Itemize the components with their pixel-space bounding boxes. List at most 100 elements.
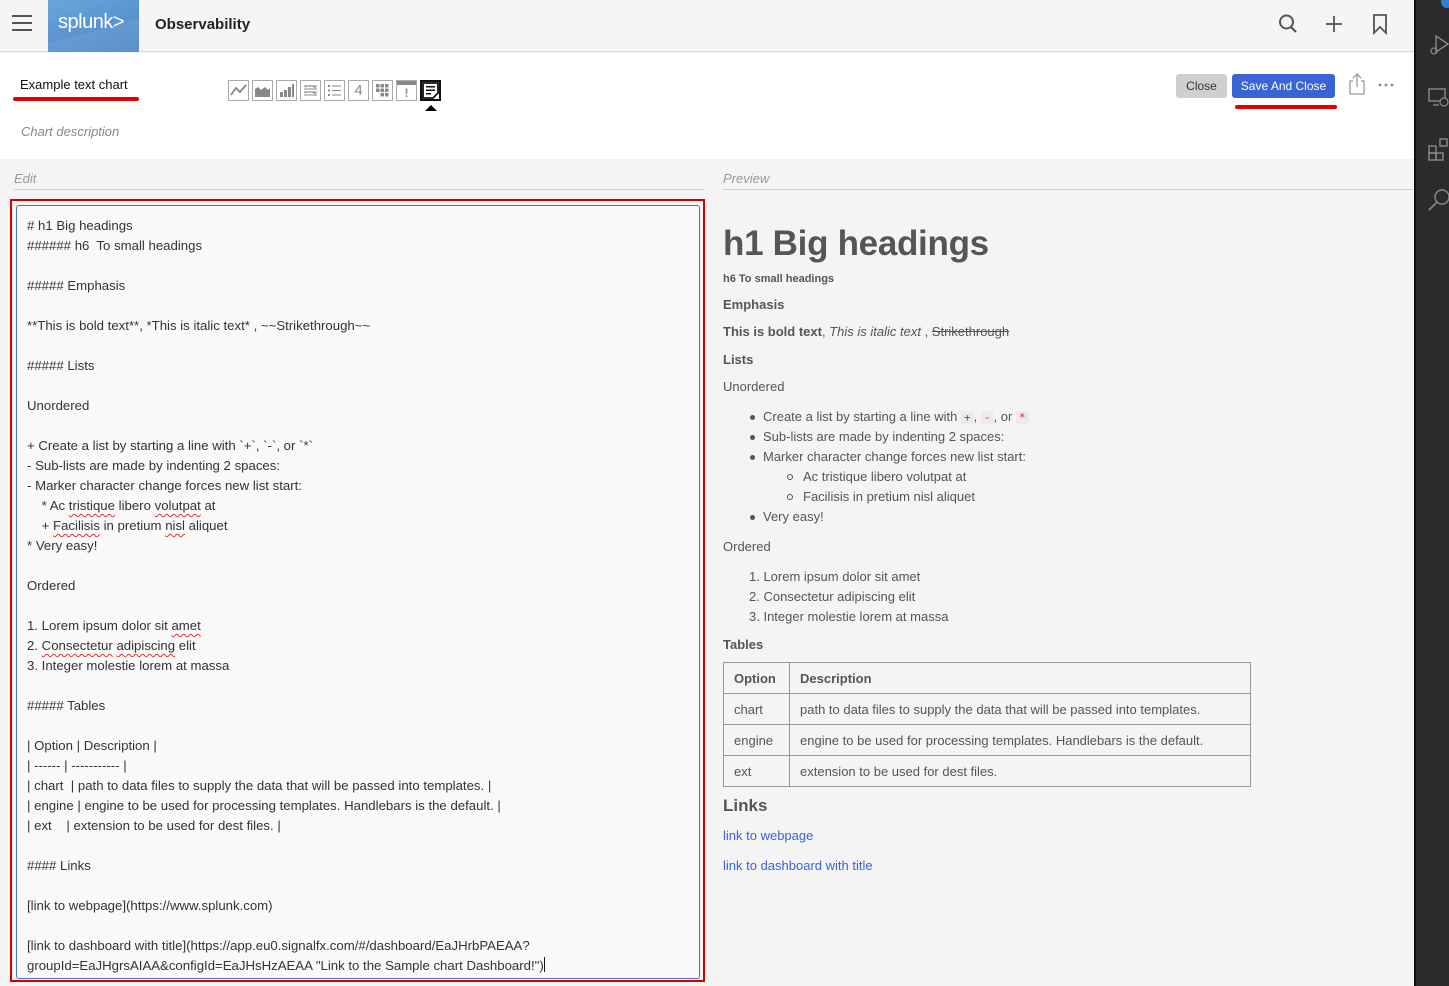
table-cell: chart: [723, 693, 790, 725]
editor-line: ##### Tables: [27, 698, 106, 713]
splunk-logo[interactable]: splunk>: [48, 0, 139, 52]
list-icon[interactable]: [324, 80, 345, 101]
annotation-highlight-box: # h1 Big headings ###### h6 To small head…: [10, 199, 705, 982]
editor-line: **This is bold text**, *This is italic t…: [27, 318, 371, 333]
line-chart-icon[interactable]: [228, 80, 249, 101]
annotation-underline: [1235, 105, 1337, 109]
table-row: engine engine to be used for processing …: [723, 724, 1251, 756]
preview-label: Preview: [723, 171, 770, 186]
markdown-editor[interactable]: # h1 Big headings ###### h6 To small head…: [16, 205, 700, 979]
notification-badge: [1441, 0, 1449, 8]
table-cell: engine: [723, 724, 790, 756]
top-bar: splunk> Observability: [0, 0, 1414, 52]
italic-text: This is italic text: [829, 324, 921, 339]
bookmark-icon[interactable]: [1370, 12, 1390, 36]
menu-icon[interactable]: [12, 15, 32, 33]
app: splunk> Observability Example text chart…: [0, 0, 1414, 986]
sub-bullet-icon: [787, 474, 793, 480]
share-icon[interactable]: [1347, 72, 1367, 96]
editor-line: Unordered: [27, 398, 90, 413]
ordered-item: 2. Consectetur adipiscing elit: [749, 589, 916, 604]
link-to-dashboard[interactable]: link to dashboard with title: [723, 858, 873, 873]
chart-title-input[interactable]: Example text chart: [20, 77, 128, 92]
editor-line: 1. Lorem ipsum dolor sit amet: [27, 618, 201, 633]
preview-table: Option Description chart path to data fi…: [723, 662, 1251, 787]
preview-divider: [723, 189, 1413, 190]
inline-code: -: [980, 411, 994, 424]
editor-line: [link to webpage](https://www.splunk.com…: [27, 898, 273, 913]
table-cell: ext: [723, 755, 790, 787]
link-to-webpage[interactable]: link to webpage: [723, 828, 813, 843]
list-item: Sub-lists are made by indenting 2 spaces…: [763, 429, 1005, 444]
editor-line: # h1 Big headings: [27, 218, 133, 233]
editor-line: + Create a list by starting a line with …: [27, 438, 313, 453]
editor-line: Ordered: [27, 578, 76, 593]
editor-line: ##### Lists: [27, 358, 95, 373]
close-button[interactable]: Close: [1176, 74, 1227, 98]
table-row: chart path to data files to supply the d…: [723, 693, 1251, 725]
text-cursor: [543, 957, 545, 972]
preview-tables-heading: Tables: [723, 637, 764, 652]
spellcheck-word: amet: [171, 618, 201, 633]
histogram-icon[interactable]: [300, 80, 321, 101]
search-icon[interactable]: [1428, 188, 1449, 212]
editor-line: | chart | path to data files to supply t…: [27, 778, 492, 793]
save-and-close-button[interactable]: Save And Close: [1232, 74, 1335, 98]
spellcheck-word: nisl: [165, 518, 185, 533]
bullet-icon: [750, 515, 755, 520]
chart-description-input[interactable]: Chart description: [21, 124, 119, 139]
spellcheck-word: tristique: [68, 498, 115, 513]
sub-list-item: Facilisis in pretium nisl aliquet: [803, 489, 975, 504]
remote-explorer-icon[interactable]: [1428, 86, 1449, 110]
editor-line: groupId=EaJHgrsAIAA&configId=EaJHsHzAEAA…: [27, 957, 545, 973]
preview-ordered-label: Ordered: [723, 539, 771, 554]
editor-line: #### Links: [27, 858, 91, 873]
bold-text: This is bold text: [723, 324, 822, 339]
logo-text: splunk>: [58, 11, 125, 33]
search-icon[interactable]: [1278, 12, 1298, 36]
run-debug-icon[interactable]: [1428, 34, 1449, 58]
preview-emphasis-heading: Emphasis: [723, 297, 785, 312]
text-icon[interactable]: [420, 80, 441, 101]
extensions-icon[interactable]: [1428, 137, 1449, 161]
event-feed-icon[interactable]: !: [396, 80, 417, 101]
inline-code: +: [961, 411, 974, 424]
table-header: Option: [723, 662, 790, 694]
table-header: Description: [789, 662, 1251, 694]
area-chart-icon[interactable]: [252, 80, 273, 101]
editor-line: * Very easy!: [27, 538, 98, 553]
heatmap-icon[interactable]: [372, 80, 393, 101]
table-header-row: Option Description: [723, 662, 1251, 694]
chart-header: Example text chart Chart description 4 !…: [0, 53, 1414, 159]
preview-h1: h1 Big headings: [723, 224, 989, 263]
editor-line: | ext | extension to be used for dest fi…: [27, 818, 281, 833]
bullet-icon: [750, 455, 755, 460]
editor-line: [link to dashboard with title](https://a…: [27, 938, 530, 953]
separator: ,: [920, 324, 932, 339]
column-chart-icon[interactable]: [276, 80, 297, 101]
more-options-icon[interactable]: [1378, 78, 1394, 90]
single-value-icon[interactable]: 4: [348, 80, 369, 101]
chart-type-selector: 4 !: [228, 80, 441, 101]
preview-unordered-label: Unordered: [723, 379, 785, 394]
table-cell: path to data files to supply the data th…: [789, 693, 1251, 725]
list-item: Very easy!: [763, 509, 824, 524]
editor-line: 2. Consectetur adipiscing elit: [27, 638, 196, 653]
editor-line: - Sub-lists are made by indenting 2 spac…: [27, 458, 281, 473]
event-feed-label: !: [404, 85, 409, 100]
table-row: ext extension to be used for dest files.: [723, 755, 1251, 787]
ordered-item: 3. Integer molestie lorem at massa: [749, 609, 949, 624]
list-item-text: Create a list by starting a line with: [763, 409, 958, 424]
spellcheck-word: volutpat: [154, 498, 201, 513]
editor-line: * Ac tristique libero volutpat at: [41, 498, 216, 513]
plus-icon[interactable]: [1324, 12, 1344, 36]
spellcheck-word: Consectetur: [41, 638, 113, 653]
table-cell: engine to be used for processing templat…: [789, 724, 1251, 756]
